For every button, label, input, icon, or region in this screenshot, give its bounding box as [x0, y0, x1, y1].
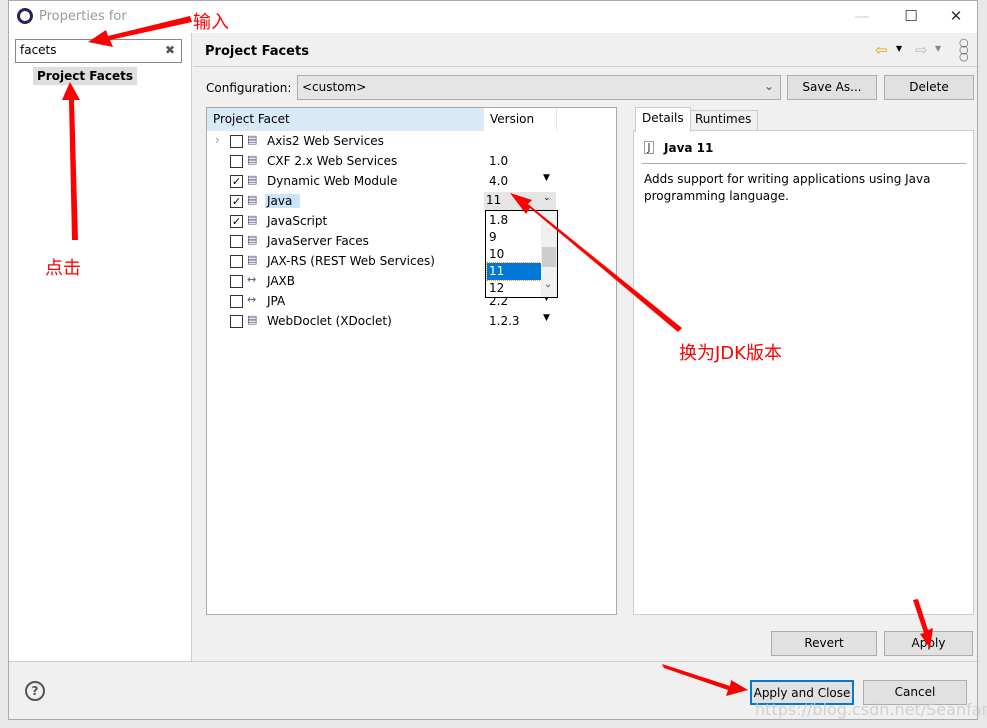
annotation-click: 点击 [45, 258, 81, 279]
tab-details[interactable]: Details [635, 107, 691, 132]
annotation-change-jdk: 换为JDK版本 [679, 343, 782, 364]
arrow-to-apply [913, 599, 933, 648]
arrow-to-version [510, 193, 682, 332]
arrow-to-search [88, 16, 192, 47]
arrow-to-apply-close [662, 664, 748, 696]
arrow-to-facets [62, 82, 80, 240]
annotation-input: 输入 [193, 12, 229, 33]
annotation-arrows [62, 16, 933, 696]
